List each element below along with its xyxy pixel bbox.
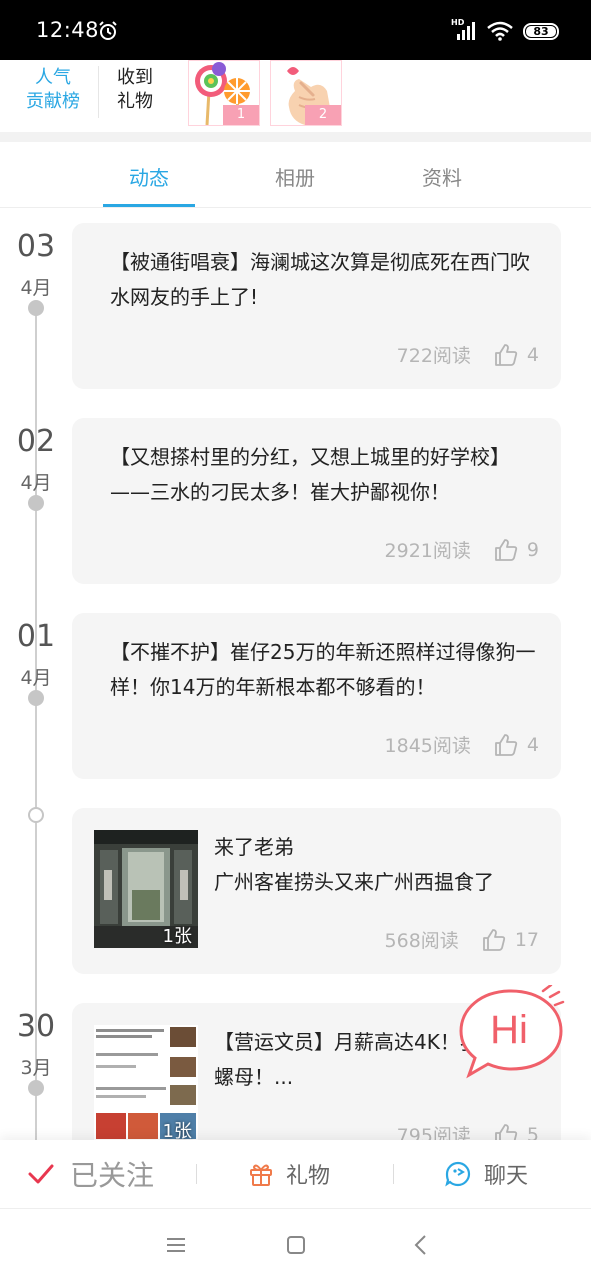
post-date-day: 30	[16, 1009, 56, 1044]
active-tab-indicator	[103, 204, 195, 207]
status-indicators: HD 83	[451, 18, 559, 43]
alarm-icon	[99, 21, 117, 40]
post-stats: 2921阅读 9	[385, 536, 539, 563]
wifi-icon	[487, 21, 513, 41]
header-divider	[98, 66, 99, 118]
read-count: 2921阅读	[384, 540, 471, 562]
popularity-ranking-link[interactable]: 人气 贡献榜	[14, 66, 92, 114]
post-card[interactable]: 【不摧不护】崔仔25万的年新还照样过得像狗一样！你14万的年新根本都不够看的！ …	[72, 613, 561, 779]
read-count: 568阅读	[384, 930, 459, 952]
hi-label: Hi	[490, 1008, 528, 1052]
action-divider	[196, 1164, 197, 1184]
post-stats: 568阅读 17	[385, 926, 539, 953]
post-text-line1: 来了老弟	[214, 835, 294, 859]
action-divider	[393, 1164, 394, 1184]
gift-count-badge: 2	[305, 105, 341, 125]
home-nav-icon[interactable]	[282, 1231, 310, 1259]
tab-profile-info[interactable]: 资料	[382, 162, 502, 191]
read-count: 722阅读	[396, 345, 471, 367]
menu-nav-icon[interactable]	[162, 1231, 190, 1259]
popularity-line1: 人气	[35, 67, 71, 88]
chat-button[interactable]: 聊天	[444, 1156, 528, 1192]
read-count: 795阅读	[396, 1125, 471, 1140]
check-icon	[28, 1164, 54, 1184]
post-date-month: 4月	[20, 472, 52, 494]
gift-button[interactable]: 礼物	[248, 1156, 330, 1192]
post-date-month: 3月	[20, 1057, 52, 1079]
post-text: 来了老弟 广州客崔捞头又来广州西揾食了	[214, 830, 534, 900]
read-count: 1845阅读	[384, 735, 471, 757]
post-card[interactable]: 【被通街唱衰】海澜城这次算是彻底死在西门吹水网友的手上了! 722阅读 4	[72, 223, 561, 389]
signal-icon: HD	[451, 18, 477, 41]
like-icon[interactable]	[493, 1122, 519, 1141]
received-gifts-label: 收到 礼物	[104, 66, 166, 114]
battery-indicator: 83	[523, 22, 559, 40]
gifts-line1: 收到	[117, 67, 153, 88]
like-count: 4	[526, 343, 539, 366]
system-nav-bar	[0, 1208, 591, 1280]
post-stats: 722阅读 4	[397, 341, 539, 368]
profile-header-row: 人气 贡献榜 收到 礼物 1 2	[0, 60, 591, 132]
like-icon[interactable]	[493, 537, 519, 563]
follow-label: 已关注	[70, 1159, 155, 1192]
timeline-dot-hollow	[28, 807, 44, 823]
hi-chat-bubble[interactable]: Hi	[455, 985, 567, 1081]
like-count: 4	[526, 733, 539, 756]
post-card-with-image[interactable]: 1张 来了老弟 广州客崔捞头又来广州西揾食了 568阅读 17	[72, 808, 561, 974]
like-icon[interactable]	[481, 927, 507, 953]
popularity-line2: 贡献榜	[26, 91, 80, 112]
post-date-month: 4月	[20, 667, 52, 689]
post-text: 【不摧不护】崔仔25万的年新还照样过得像狗一样！你14万的年新根本都不够看的！	[110, 640, 536, 699]
image-count: 1张	[162, 1121, 192, 1140]
like-icon[interactable]	[493, 342, 519, 368]
like-count: 17	[514, 928, 539, 951]
tab-moments[interactable]: 动态	[89, 162, 209, 191]
status-bar: 12:48 HD 83	[0, 0, 591, 60]
timeline-dot	[28, 690, 44, 706]
post-date-month: 4月	[20, 277, 52, 299]
post-card[interactable]: 【又想搽村里的分红，又想上城里的好学校】——三水的刁民太多！崔大护鄙视你！ 29…	[72, 418, 561, 584]
gifts-line2: 礼物	[117, 91, 153, 112]
post-stats: 795阅读 5	[397, 1121, 539, 1140]
gift-count-badge: 1	[223, 105, 259, 125]
tab-album[interactable]: 相册	[235, 162, 355, 191]
back-nav-icon[interactable]	[407, 1231, 435, 1259]
timeline-dot	[28, 1080, 44, 1096]
image-count: 1张	[162, 926, 192, 947]
timeline-dot	[28, 300, 44, 316]
post-image[interactable]: 1张	[94, 830, 198, 948]
post-date-day: 03	[16, 229, 56, 264]
like-count: 5	[526, 1123, 539, 1141]
follow-button[interactable]: 已关注	[28, 1154, 154, 1194]
like-count: 9	[526, 538, 539, 561]
status-time: 12:48	[36, 18, 100, 42]
chat-label: 聊天	[484, 1164, 529, 1189]
gift-item-finger-heart[interactable]: 2	[270, 60, 342, 126]
post-text: 【被通街唱衰】海澜城这次算是彻底死在西门吹水网友的手上了!	[110, 250, 530, 309]
gift-label: 礼物	[286, 1164, 331, 1189]
post-date-day: 02	[16, 424, 56, 459]
profile-tabs: 动态 相册 资料	[0, 142, 591, 208]
post-text: 【又想搽村里的分红，又想上城里的好学校】——三水的刁民太多！崔大护鄙视你！	[110, 445, 510, 504]
timeline-dot	[28, 495, 44, 511]
battery-level: 83	[533, 24, 549, 38]
bottom-action-bar: 已关注 礼物 聊天	[0, 1140, 591, 1208]
like-icon[interactable]	[493, 732, 519, 758]
post-image[interactable]: 1张	[94, 1025, 198, 1140]
gift-icon	[250, 1164, 272, 1186]
post-text-line2: 广州客崔捞头又来广州西揾食了	[214, 870, 494, 894]
gift-item-lollipop[interactable]: 1	[188, 60, 260, 126]
section-gap	[0, 132, 591, 142]
post-stats: 1845阅读 4	[385, 731, 539, 758]
chat-icon	[445, 1161, 471, 1187]
post-date-day: 01	[16, 619, 56, 654]
